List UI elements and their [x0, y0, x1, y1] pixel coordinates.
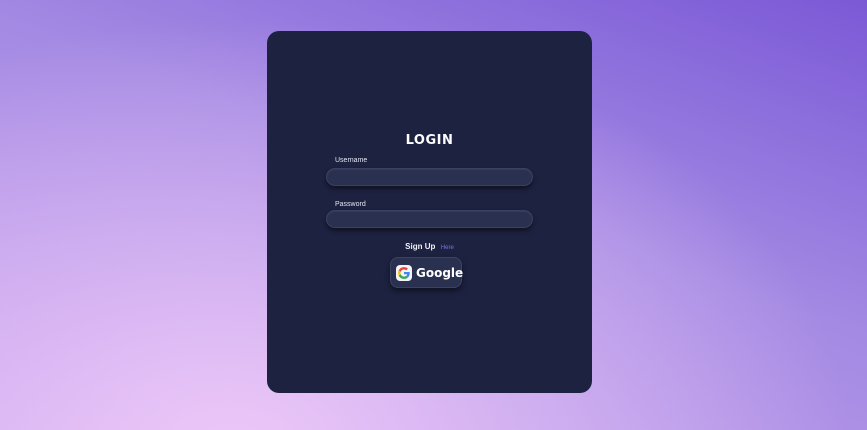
username-input[interactable] — [326, 168, 533, 186]
signup-text: Sign Up — [405, 242, 436, 251]
signup-row: Sign Up Here — [267, 236, 592, 254]
google-button-label: Google — [416, 265, 464, 280]
google-icon — [396, 264, 412, 281]
login-title: LOGIN — [405, 133, 454, 148]
google-login-button[interactable]: Google — [390, 257, 464, 288]
password-input[interactable] — [326, 210, 533, 228]
username-label: Username — [335, 157, 368, 164]
login-card: LOGIN Username Password Sign Up Here Goo… — [267, 31, 592, 393]
password-label: Password — [335, 201, 366, 208]
signup-here-link[interactable]: Here — [441, 245, 454, 251]
